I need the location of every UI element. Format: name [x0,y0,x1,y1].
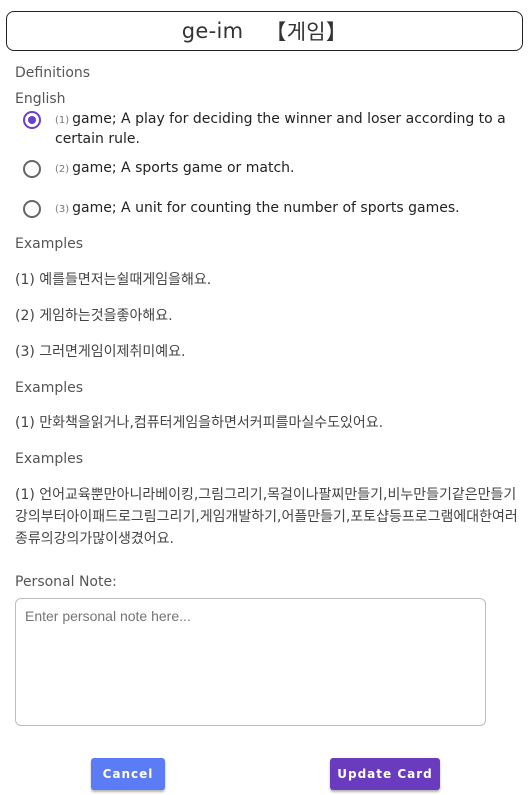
personal-note-input[interactable]: Enter personal note here... [15,598,486,726]
radio-unselected-icon[interactable] [23,160,41,178]
word-romanization: ge-im [181,19,244,43]
example-sentence: (1) 예를들면저는쉴때게임을해요. [15,272,212,288]
example-sentence: (3) 그러면게임이제취미예요. [15,344,186,360]
definition-text: (3) game; A unit for counting the number … [55,200,460,216]
word-header: ge-im 【게임】 [6,11,523,51]
radio-selected-icon[interactable] [23,111,41,129]
language-label: English [15,91,66,107]
definition-option-1[interactable]: (1) game; A play for deciding the winner … [15,110,515,149]
update-card-button[interactable]: Update Card [330,758,440,790]
definition-option-2[interactable]: (2) game; A sports game or match. [15,159,515,179]
radio-unselected-icon[interactable] [23,200,41,218]
examples-heading: Examples [15,380,84,396]
personal-note-label: Personal Note: [15,574,117,590]
examples-heading: Examples [15,451,84,467]
cancel-button[interactable]: Cancel [91,758,165,790]
examples-heading: Examples [15,236,84,252]
example-sentence: (2) 게임하는것을좋아해요. [15,308,173,324]
definition-text: (2) game; A sports game or match. [55,160,295,176]
example-sentence: (1) 언어교육뿐만아니라베이킹,그림그리기,목걸이나팔찌만들기,비누만들기같은… [15,487,518,547]
word-hangul: 【게임】 [265,20,348,44]
definitions-heading: Definitions [15,65,91,81]
definition-option-3[interactable]: (3) game; A unit for counting the number … [15,199,515,219]
definition-text: (1) game; A play for deciding the winner … [55,111,506,147]
example-sentence: (1) 만화책을읽거나,컴퓨터게임을하면서커피를마실수도있어요. [15,415,384,431]
